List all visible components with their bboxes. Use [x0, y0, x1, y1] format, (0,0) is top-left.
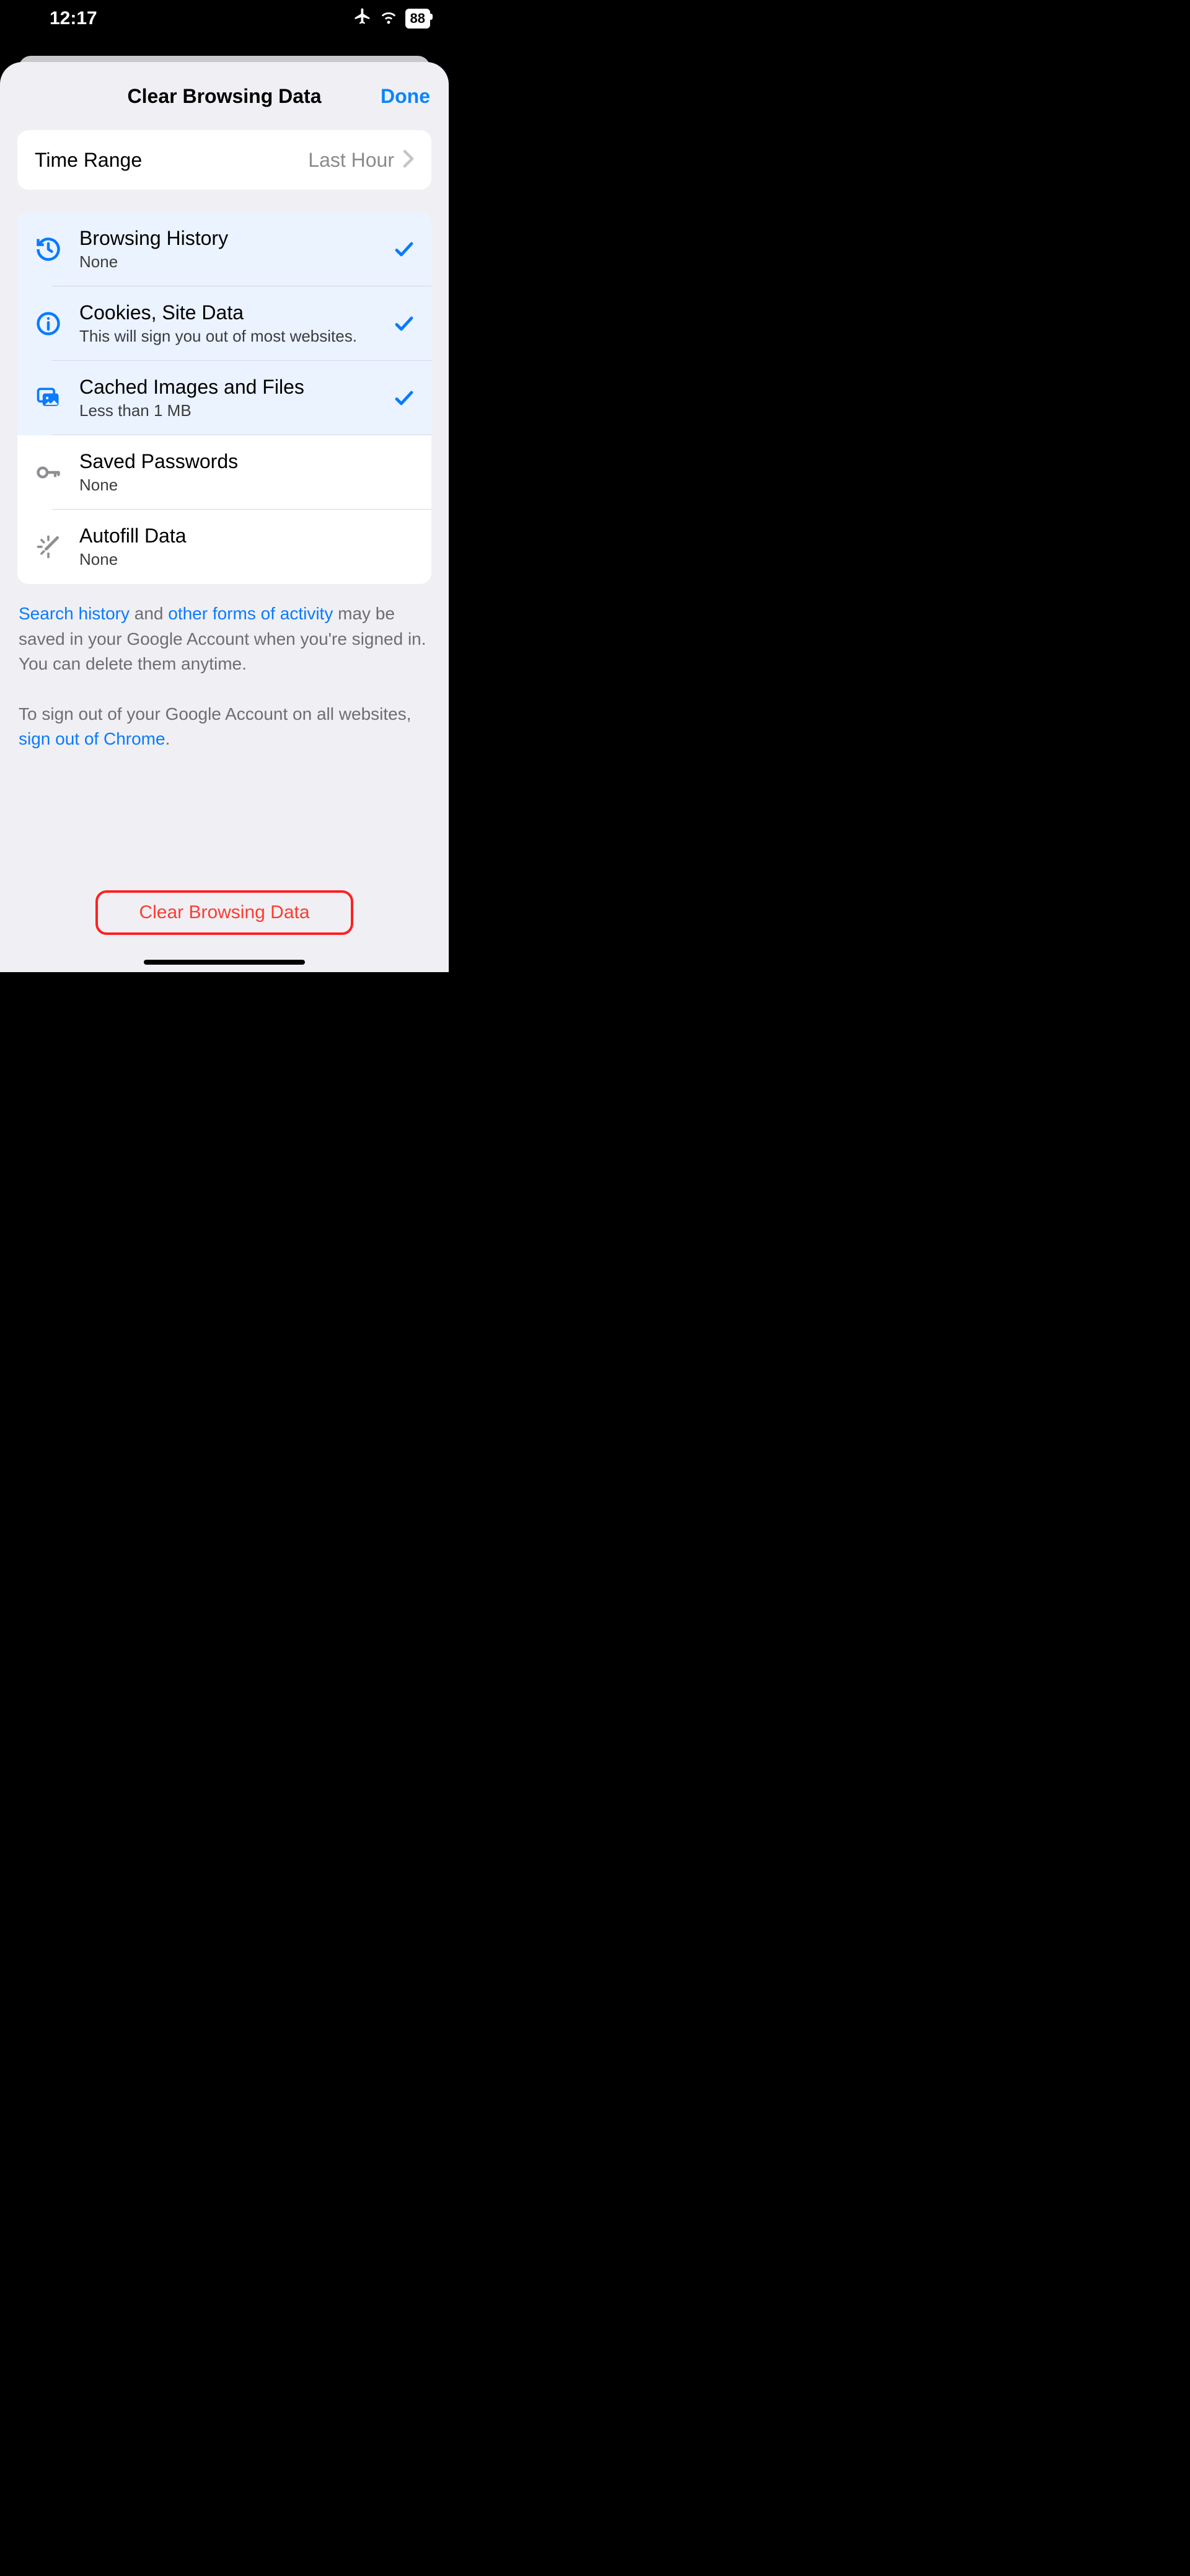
checkmark-icon	[392, 238, 416, 260]
airplane-icon	[353, 7, 372, 30]
clear-browsing-data-button[interactable]: Clear Browsing Data	[95, 890, 353, 935]
images-icon	[32, 384, 64, 412]
sign-out-link[interactable]: sign out of Chrome	[19, 729, 165, 748]
home-indicator	[144, 960, 305, 965]
item-sub: None	[79, 476, 392, 495]
wand-icon	[32, 533, 64, 560]
search-history-link[interactable]: Search history	[19, 604, 130, 623]
other-activity-link[interactable]: other forms of activity	[168, 604, 333, 623]
clear-browsing-data-sheet: Clear Browsing Data Done Time Range Last…	[0, 62, 449, 972]
done-button[interactable]: Done	[381, 85, 430, 108]
sheet-header: Clear Browsing Data Done	[0, 62, 449, 130]
item-browsing-history[interactable]: Browsing History None	[17, 212, 431, 286]
key-icon	[32, 459, 64, 486]
footer-text-2: To sign out of your Google Account on al…	[19, 702, 430, 752]
data-types-card: Browsing History None Cookies, Site Data…	[17, 212, 431, 584]
item-title: Browsing History	[79, 227, 392, 250]
status-bar: 12:17 88	[0, 0, 449, 37]
item-title: Cookies, Site Data	[79, 301, 392, 324]
item-cookies[interactable]: Cookies, Site Data This will sign you ou…	[17, 286, 431, 361]
checkmark-icon	[392, 312, 416, 335]
time-range-card[interactable]: Time Range Last Hour	[17, 130, 431, 190]
item-title: Autofill Data	[79, 524, 392, 547]
wifi-icon	[379, 7, 398, 30]
item-sub: None	[79, 252, 392, 272]
item-title: Saved Passwords	[79, 450, 392, 473]
time-range-label: Time Range	[35, 149, 308, 172]
item-title: Cached Images and Files	[79, 376, 392, 399]
sheet-title: Clear Browsing Data	[128, 85, 322, 108]
battery-indicator: 88	[405, 9, 430, 29]
footer-text-1: Search history and other forms of activi…	[19, 601, 430, 677]
item-cached-images[interactable]: Cached Images and Files Less than 1 MB	[17, 361, 431, 435]
chevron-right-icon	[403, 149, 414, 171]
item-saved-passwords[interactable]: Saved Passwords None	[17, 435, 431, 510]
item-sub: Less than 1 MB	[79, 401, 392, 420]
item-sub: None	[79, 550, 392, 569]
history-icon	[32, 236, 64, 263]
time-range-value: Last Hour	[308, 149, 394, 172]
item-autofill[interactable]: Autofill Data None	[17, 510, 431, 584]
item-sub: This will sign you out of most websites.	[79, 327, 392, 346]
info-icon	[32, 310, 64, 337]
checkmark-icon	[392, 387, 416, 409]
status-time: 12:17	[50, 8, 97, 29]
